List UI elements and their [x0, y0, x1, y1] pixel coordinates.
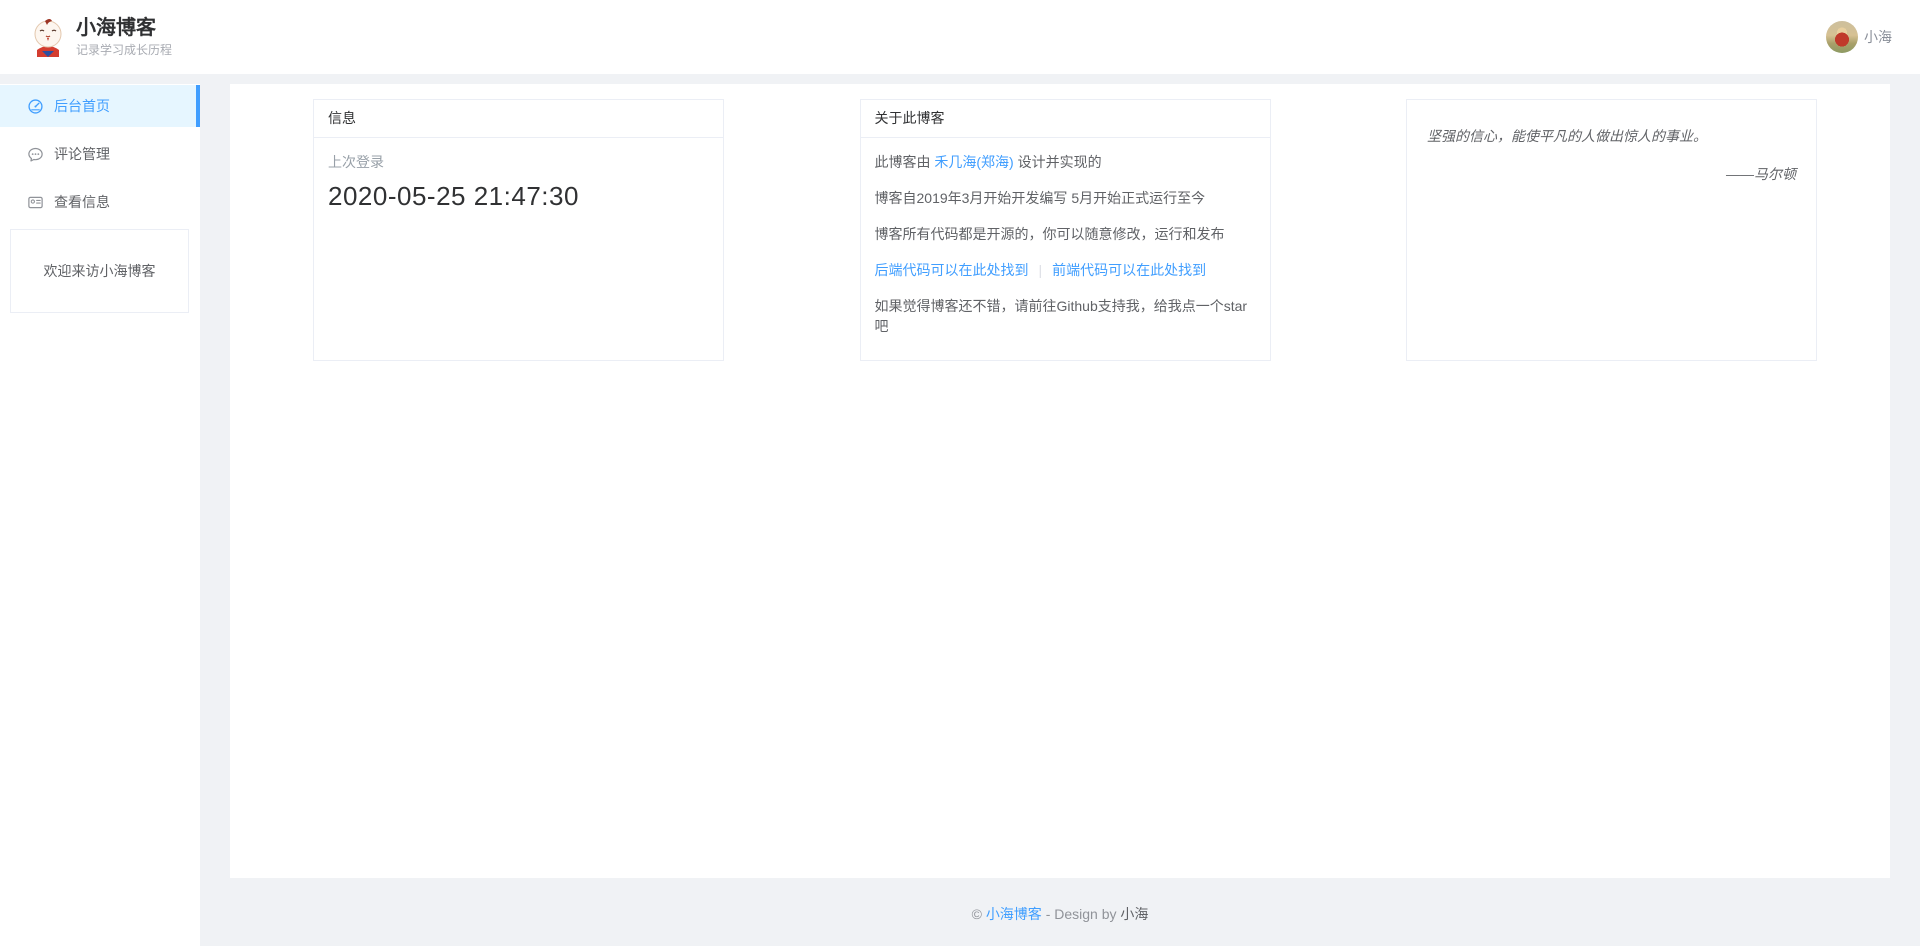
- sidebar: 后台首页 评论管理: [0, 84, 200, 946]
- about-card-title: 关于此博客: [861, 100, 1270, 138]
- user-avatar[interactable]: [1826, 21, 1858, 53]
- main-column: 信息 上次登录 2020-05-25 21:47:30 关于此博客 此博客由 禾…: [230, 84, 1890, 946]
- user-menu[interactable]: 小海: [1826, 21, 1892, 53]
- sidebar-item-view-info[interactable]: 查看信息: [0, 181, 200, 223]
- about-line-author-suffix: 设计并实现的: [1014, 154, 1102, 170]
- sidebar-item-dashboard[interactable]: 后台首页: [0, 85, 200, 127]
- last-login-time: 2020-05-25 21:47:30: [328, 181, 709, 212]
- content-panel: 信息 上次登录 2020-05-25 21:47:30 关于此博客 此博客由 禾…: [230, 84, 1890, 878]
- frontend-code-link[interactable]: 前端代码可以在此处找到: [1052, 262, 1206, 278]
- about-line-code-links: 后端代码可以在此处找到 | 前端代码可以在此处找到: [875, 260, 1256, 280]
- footer-site-link[interactable]: 小海博客: [986, 906, 1042, 922]
- sidebar-menu: 后台首页 评论管理: [0, 85, 200, 223]
- about-card: 关于此博客 此博客由 禾几海(郑海) 设计并实现的 博客自2019年3月开始开发…: [860, 99, 1271, 361]
- top-header: 小海博客 记录学习成长历程 小海: [0, 0, 1920, 74]
- site-logo-icon: [28, 17, 68, 57]
- sidebar-item-label: 查看信息: [54, 192, 110, 212]
- brand: 小海博客 记录学习成长历程: [76, 16, 172, 58]
- cards-row: 信息 上次登录 2020-05-25 21:47:30 关于此博客 此博客由 禾…: [230, 84, 1890, 361]
- welcome-text: 欢迎来访小海博客: [44, 261, 156, 281]
- comment-bubble-icon: [27, 146, 44, 163]
- sidebar-item-comments[interactable]: 评论管理: [0, 133, 200, 175]
- info-card-title: 信息: [314, 100, 723, 138]
- about-card-body: 此博客由 禾几海(郑海) 设计并实现的 博客自2019年3月开始开发编写 5月开…: [861, 138, 1270, 361]
- footer-middle-text: - Design by: [1042, 906, 1121, 922]
- user-name: 小海: [1864, 27, 1892, 47]
- backend-code-link[interactable]: 后端代码可以在此处找到: [875, 262, 1029, 278]
- footer-designer-name: 小海: [1120, 906, 1148, 922]
- author-link[interactable]: 禾几海(郑海): [934, 154, 1013, 170]
- main-layout: 后台首页 评论管理: [0, 84, 1920, 946]
- quote-card-body: 坚强的信心，能使平凡的人做出惊人的事业。 ——马尔顿: [1407, 100, 1816, 198]
- quote-author: ——马尔顿: [1427, 164, 1796, 184]
- link-separator: |: [1039, 262, 1043, 278]
- dashboard-odometer-icon: [27, 98, 44, 115]
- id-card-icon: [27, 194, 44, 211]
- about-line-opensource: 博客所有代码都是开源的，你可以随意修改，运行和发布: [875, 224, 1256, 244]
- welcome-box: 欢迎来访小海博客: [10, 229, 189, 313]
- info-card-body: 上次登录 2020-05-25 21:47:30: [314, 138, 723, 226]
- site-title: 小海博客: [76, 16, 172, 40]
- about-line-history: 博客自2019年3月开始开发编写 5月开始正式运行至今: [875, 188, 1256, 208]
- info-card: 信息 上次登录 2020-05-25 21:47:30: [313, 99, 724, 361]
- about-line-author: 此博客由 禾几海(郑海) 设计并实现的: [875, 152, 1256, 172]
- about-line-author-prefix: 此博客由: [875, 154, 935, 170]
- sidebar-item-label: 评论管理: [54, 144, 110, 164]
- footer: © 小海博客 - Design by 小海: [230, 878, 1890, 946]
- quote-text: 坚强的信心，能使平凡的人做出惊人的事业。: [1427, 126, 1796, 146]
- copyright-symbol: ©: [972, 906, 986, 922]
- sidebar-item-label: 后台首页: [54, 96, 110, 116]
- quote-card: 坚强的信心，能使平凡的人做出惊人的事业。 ——马尔顿: [1406, 99, 1817, 361]
- site-subtitle: 记录学习成长历程: [76, 42, 172, 58]
- footer-text: © 小海博客 - Design by 小海: [972, 904, 1149, 924]
- about-line-star: 如果觉得博客还不错，请前往Github支持我，给我点一个star吧: [875, 296, 1256, 336]
- last-login-label: 上次登录: [328, 152, 709, 172]
